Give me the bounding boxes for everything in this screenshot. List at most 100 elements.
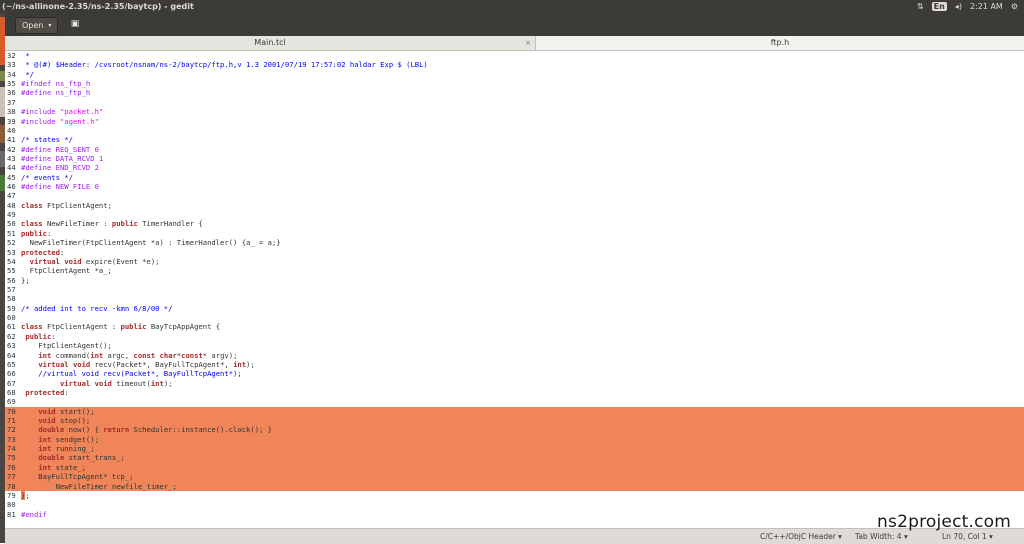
code-line[interactable]: 41 /* states */ [5, 135, 1024, 144]
code-line[interactable]: 60 [5, 313, 1024, 322]
line-number: 45 [7, 172, 16, 182]
code-line[interactable]: 44 #define END_RCVD 2 [5, 163, 1024, 172]
code-line[interactable]: 65 virtual void recv(Packet*, BayFullTcp… [5, 360, 1024, 369]
line-number: 48 [7, 200, 16, 210]
line-text: public: [21, 228, 52, 238]
code-line[interactable]: 54 virtual void expire(Event *e); [5, 257, 1024, 266]
code-line[interactable]: 43 #define DATA_RCVD 1 [5, 154, 1024, 163]
code-line[interactable]: 48 class FtpClientAgent; [5, 201, 1024, 210]
line-text: #include "agent.h" [21, 116, 99, 126]
code-editor[interactable]: 32 * 33 * @(#) $Header: /cvsroot/nsnam/ns… [5, 51, 1024, 528]
code-line[interactable]: 66 //virtual void recv(Packet*, BayFullT… [5, 369, 1024, 378]
clock[interactable]: 2:21 AM [970, 0, 1003, 13]
code-line[interactable]: 51 public: [5, 229, 1024, 238]
line-number: 77 [7, 472, 16, 482]
line-text: class FtpClientAgent : public BayTcpAppA… [21, 322, 221, 332]
code-line[interactable]: 72 double now() { return Scheduler::inst… [5, 425, 1024, 435]
code-line[interactable]: 35 #ifndef ns_ftp_h [5, 79, 1024, 88]
code-line[interactable]: 52 NewFileTimer(FtpClientAgent *a) : Tim… [5, 238, 1024, 247]
line-number: 67 [7, 378, 16, 388]
line-number: 72 [7, 425, 16, 435]
line-text: int command(int argc, const char*const* … [38, 350, 238, 360]
header-toolbar: Open ▾ ▣ [5, 13, 1024, 36]
code-line[interactable]: 53 protected: [5, 248, 1024, 257]
code-line[interactable]: 64 int command(int argc, const char*cons… [5, 351, 1024, 360]
line-number: 76 [7, 462, 16, 472]
tab-ftp-h[interactable]: ftp.h [536, 36, 1024, 50]
code-line[interactable]: 50 class NewFileTimer : public TimerHandl… [5, 219, 1024, 228]
chevron-down-icon: ▾ [989, 532, 993, 541]
code-line[interactable]: 55 FtpClientAgent *a_; [5, 266, 1024, 275]
line-number: 75 [7, 453, 16, 463]
line-text: /* added int to recv -kmn 6/8/00 */ [21, 303, 173, 313]
line-text: void start(); [38, 406, 95, 416]
code-line[interactable]: 34 */ [5, 70, 1024, 79]
code-line[interactable]: 63 FtpClientAgent(); [5, 341, 1024, 350]
tab-main-tcl[interactable]: Main.tcl × [5, 36, 536, 50]
code-line[interactable]: 39 #include "agent.h" [5, 117, 1024, 126]
line-text: virtual void timeout(int); [59, 378, 173, 388]
code-line[interactable]: 76 int state_; [5, 462, 1024, 473]
code-line[interactable]: 37 [5, 98, 1024, 107]
code-line[interactable]: 78 NewFileTimer newfile_timer_; [5, 481, 1024, 491]
code-line[interactable]: 67 virtual void timeout(int); [5, 379, 1024, 388]
line-text: NewFileTimer newfile_timer_; [21, 481, 177, 491]
code-line[interactable]: 49 [5, 210, 1024, 219]
code-line[interactable]: 71 void stop(); [5, 416, 1024, 426]
open-button[interactable]: Open ▾ [15, 17, 59, 34]
code-line[interactable]: 45 /* events */ [5, 173, 1024, 182]
code-line[interactable]: 32 * [5, 51, 1024, 60]
line-number: 56 [7, 275, 16, 285]
volume-icon[interactable]: ◂) [955, 0, 962, 13]
code-line[interactable]: 59 /* added int to recv -kmn 6/8/00 */ [5, 304, 1024, 313]
line-text: public: [25, 331, 56, 341]
code-line[interactable]: 74 int running_; [5, 444, 1024, 454]
code-line[interactable]: 73 int sendget(); [5, 434, 1024, 445]
close-icon[interactable]: × [525, 36, 531, 50]
gear-icon[interactable]: ⚙ [1011, 0, 1018, 13]
tab-label: ftp.h [770, 38, 790, 47]
code-line[interactable]: 33 * @(#) $Header: /cvsroot/nsnam/ns-2/b… [5, 60, 1024, 69]
code-line[interactable]: 58 [5, 294, 1024, 303]
save-icon[interactable]: ▣ [67, 17, 83, 32]
code-line[interactable]: 56}; [5, 276, 1024, 285]
line-number: 33 [7, 60, 16, 70]
line-number: 51 [7, 228, 16, 238]
line-number: 53 [7, 247, 16, 257]
code-line[interactable]: 46 #define NEW_FILE 0 [5, 182, 1024, 191]
line-number: 42 [7, 144, 16, 154]
line-number: 61 [7, 322, 16, 332]
open-button-label: Open [22, 21, 44, 30]
line-text: protected: [21, 247, 65, 257]
code-line[interactable]: 62 public: [5, 332, 1024, 341]
line-text: }; [21, 275, 30, 285]
system-tray: ⇅ En ◂) 2:21 AM ⚙ [917, 0, 1018, 13]
language-selector[interactable]: C/C++/ObjC Header ▾ [760, 529, 842, 544]
line-number: 54 [7, 256, 16, 266]
code-line[interactable]: 40 [5, 126, 1024, 135]
line-text: virtual void recv(Packet*, BayFullTcpAge… [38, 359, 255, 369]
code-line[interactable]: 38 #include "packet.h" [5, 107, 1024, 116]
code-line[interactable]: 77 BayFullTcpAgent* tcp_; [5, 472, 1024, 482]
network-arrows-icon[interactable]: ⇅ [917, 0, 924, 13]
language-label: C/C++/ObjC Header [760, 532, 836, 541]
code-line[interactable]: 68 protected: [5, 388, 1024, 397]
line-text: #define ns_ftp_h [21, 88, 91, 98]
line-text: }; [21, 490, 30, 500]
code-line[interactable]: 81 #endif [5, 510, 1024, 519]
code-line[interactable]: 47 [5, 191, 1024, 200]
code-line[interactable]: 36 #define ns_ftp_h [5, 88, 1024, 97]
line-text: #endif [21, 509, 47, 519]
code-line[interactable]: 79}; [5, 490, 1024, 500]
code-line[interactable]: 42 #define REQ_SENT 0 [5, 145, 1024, 154]
code-line[interactable]: 69 [5, 397, 1024, 406]
code-line[interactable]: 75 double start_trans_; [5, 453, 1024, 463]
code-line[interactable]: 57 [5, 285, 1024, 294]
cursor-position-label: Ln 70, Col 1 [942, 532, 987, 541]
keyboard-layout-indicator[interactable]: En [931, 2, 947, 11]
line-text: BayFullTcpAgent* tcp_; [21, 472, 134, 482]
code-line[interactable]: 80 [5, 500, 1024, 509]
code-line[interactable]: 70 void start(); [5, 406, 1024, 417]
code-line[interactable]: 61 class FtpClientAgent : public BayTcpAp… [5, 322, 1024, 331]
line-number: 37 [7, 97, 16, 107]
